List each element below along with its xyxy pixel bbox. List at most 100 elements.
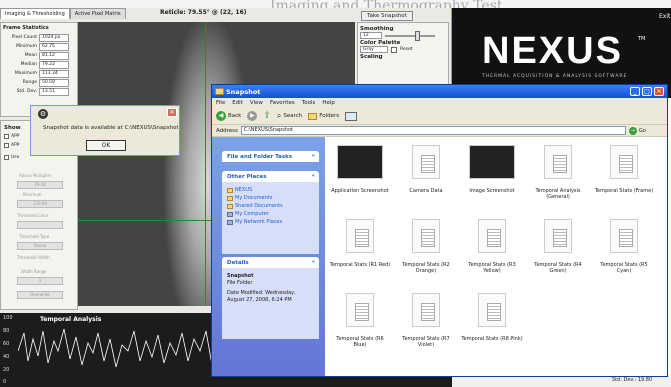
disabled-field: 79.30 xyxy=(17,181,63,189)
file-item[interactable]: Temporal Stats (R1 Red) xyxy=(329,219,391,268)
menu-tools[interactable]: Tools xyxy=(302,100,316,106)
stat-row: Minimum 62.75 xyxy=(3,42,75,51)
exit-button[interactable]: Exit xyxy=(659,13,670,20)
checkbox[interactable] xyxy=(4,134,9,139)
forward-arrow-icon[interactable]: ▶ xyxy=(247,111,258,121)
place-link[interactable]: My Computer xyxy=(222,210,319,218)
place-link[interactable]: My Documents xyxy=(222,194,319,202)
file-item[interactable]: Image Screenshot xyxy=(461,145,523,194)
stat-row: Std. Dev. 13.51 xyxy=(3,87,75,96)
display-settings-panel: Smoothing 12 Color Palette Gray Reset Sc… xyxy=(357,22,449,92)
disabled-label: Width Range xyxy=(21,269,47,274)
up-folder-icon[interactable]: ⇧ xyxy=(263,111,271,121)
minimize-icon[interactable]: _ xyxy=(630,87,640,96)
file-item[interactable]: Temporal Stats (R8 Pink) xyxy=(461,293,523,342)
close-icon[interactable]: ✕ xyxy=(167,108,177,117)
file-folder-tasks-panel: File and Folder Tasks » xyxy=(222,151,319,162)
document-icon xyxy=(610,145,638,179)
slider-handle[interactable] xyxy=(415,30,420,41)
disabled-label: Above Multiplier xyxy=(19,173,52,178)
computer-icon xyxy=(227,211,233,217)
search-button[interactable]: ⌕ Search xyxy=(277,111,302,121)
file-item[interactable]: Application Screenshot xyxy=(329,145,391,194)
take-snapshot-button[interactable]: Take Snapshot xyxy=(361,11,413,21)
file-label: Temporal Stats (R3 Yellow) xyxy=(468,262,516,274)
app-option[interactable]: APP xyxy=(4,134,20,139)
place-label: My Documents xyxy=(235,195,273,201)
menu-favorites[interactable]: Favorites xyxy=(270,100,295,106)
checkbox[interactable] xyxy=(4,143,9,148)
document-icon xyxy=(478,293,506,327)
tab-imaging[interactable]: Imaging & Thresholding xyxy=(0,8,70,19)
file-item[interactable]: Camera Data xyxy=(395,145,457,194)
smoothing-stepper[interactable]: 12 xyxy=(360,32,382,39)
address-input[interactable]: C:\NEXUS\Snapshot xyxy=(240,126,626,135)
explorer-title-bar[interactable]: Snapshot _ □ ✕ xyxy=(212,85,667,98)
details-panel: Details « Snapshot File Folder Date Modif… xyxy=(222,257,319,339)
disabled-label: Minimum xyxy=(23,192,42,197)
reset-checkbox[interactable] xyxy=(391,46,397,53)
menu-help[interactable]: Help xyxy=(322,100,335,106)
app-option[interactable]: APP xyxy=(4,143,20,148)
stat-label: Pixel Count xyxy=(11,35,37,40)
disabled-field: 1 xyxy=(17,277,63,285)
trademark: TM xyxy=(638,36,646,42)
file-folder-tasks-header[interactable]: File and Folder Tasks » xyxy=(222,151,319,162)
scaling-label: Scaling xyxy=(360,54,383,60)
smoothing-slider[interactable] xyxy=(385,30,435,41)
back-arrow-icon: ◀ xyxy=(216,111,226,121)
back-button[interactable]: ◀ Back xyxy=(216,111,241,121)
checkbox[interactable] xyxy=(4,155,9,160)
disabled-label: Threshold Type xyxy=(19,234,50,239)
file-item[interactable]: Temporal Stats (Frame) xyxy=(593,145,655,194)
tab-active-pixel-matrix[interactable]: Active Pixel Matrix xyxy=(69,8,126,19)
ok-button[interactable]: OK xyxy=(86,140,126,151)
file-label: Camera Data xyxy=(409,188,443,194)
file-item[interactable]: Temporal Stats (R4 Green) xyxy=(527,219,589,274)
stat-value: 62.75 xyxy=(39,42,69,51)
go-button[interactable]: → Go xyxy=(628,126,646,135)
file-item[interactable]: Temporal Stats (R6 Blue) xyxy=(329,293,391,348)
info-icon: ⚙ xyxy=(38,109,48,119)
other-places-header[interactable]: Other Places « xyxy=(222,171,319,182)
file-item[interactable]: Temporal Stats (R3 Yellow) xyxy=(461,219,523,274)
folders-button[interactable]: Folders xyxy=(308,112,340,120)
top-heading-strip: Imaging and Thermography Test xyxy=(0,0,671,14)
stat-row: Pixel Count 1024 px xyxy=(3,33,75,42)
palette-select[interactable]: Gray xyxy=(360,46,388,53)
place-label: NEXUS xyxy=(235,187,253,193)
y-tick: 20 xyxy=(3,367,10,373)
stat-value: 79.22 xyxy=(39,60,69,69)
use-label: Use xyxy=(11,155,20,160)
maximize-icon[interactable]: □ xyxy=(642,87,652,96)
place-link[interactable]: Shared Documents xyxy=(222,202,319,210)
app-option-label: APP xyxy=(11,134,20,139)
document-icon xyxy=(412,293,440,327)
views-icon[interactable] xyxy=(345,111,358,121)
place-link[interactable]: My Network Places xyxy=(222,218,319,226)
place-link[interactable]: NEXUS xyxy=(222,186,319,194)
file-item[interactable]: Temporal Stats (R2 Orange) xyxy=(395,219,457,274)
stat-row: Range 50.59 xyxy=(3,78,75,87)
menu-edit[interactable]: Edit xyxy=(232,100,243,106)
panel-title: Details xyxy=(227,260,249,266)
file-item[interactable]: Temporal Stats (R5 Cyan) xyxy=(593,219,655,274)
address-label: Address xyxy=(216,127,238,134)
folder-icon xyxy=(227,195,233,201)
file-item[interactable]: Temporal Analysis (General) xyxy=(527,145,589,200)
stat-row: Median 79.22 xyxy=(3,60,75,69)
use-option[interactable]: Use xyxy=(4,155,19,160)
menu-bar: File Edit View Favorites Tools Help xyxy=(212,98,667,108)
menu-view[interactable]: View xyxy=(250,100,263,106)
show-label: Show xyxy=(4,125,21,131)
close-icon[interactable]: ✕ xyxy=(654,87,664,96)
details-header[interactable]: Details « xyxy=(222,257,319,268)
folders-label: Folders xyxy=(319,113,340,119)
overwrite-button: Overwrite xyxy=(17,291,63,299)
file-item[interactable]: Temporal Stats (R7 Violet) xyxy=(395,293,457,348)
stat-value: 113.34 xyxy=(39,69,69,78)
app-option-label: APP xyxy=(11,143,20,148)
menu-file[interactable]: File xyxy=(216,100,225,106)
panel-title: Other Places xyxy=(227,174,267,180)
stat-label: Median xyxy=(20,62,37,67)
